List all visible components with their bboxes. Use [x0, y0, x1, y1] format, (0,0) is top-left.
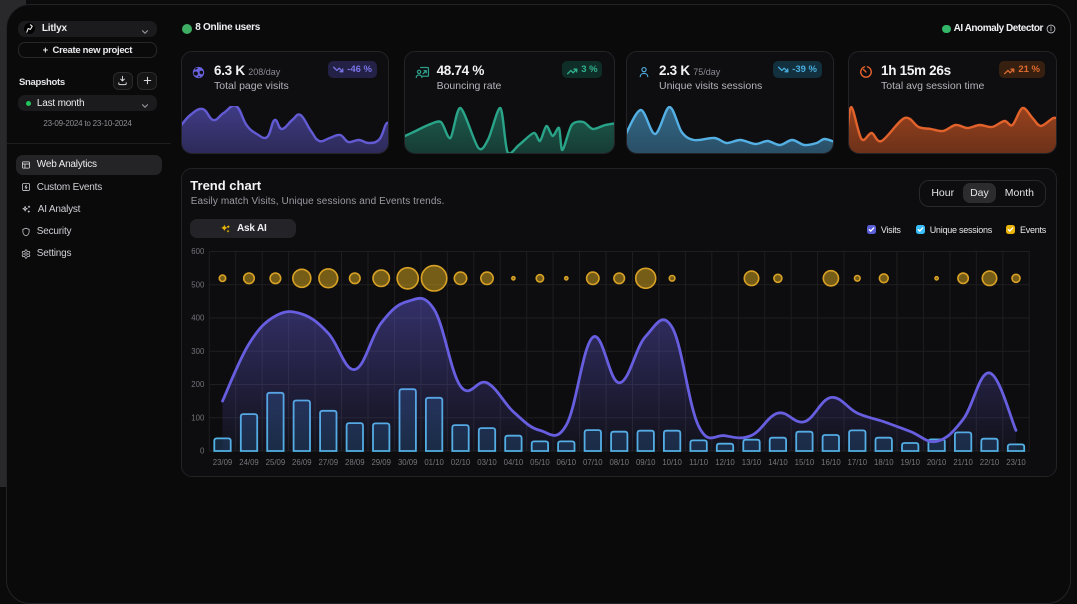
svg-text:04/10: 04/10 [504, 458, 524, 467]
svg-text:02/10: 02/10 [451, 458, 471, 467]
svg-text:500: 500 [191, 280, 205, 289]
svg-text:25/09: 25/09 [266, 458, 286, 467]
svg-text:300: 300 [191, 347, 205, 356]
svg-text:13/10: 13/10 [742, 458, 762, 467]
svg-text:01/10: 01/10 [424, 458, 444, 467]
svg-text:26/09: 26/09 [292, 458, 312, 467]
svg-text:23/10: 23/10 [1006, 458, 1026, 467]
svg-text:07/10: 07/10 [583, 458, 603, 467]
svg-text:22/10: 22/10 [980, 458, 1000, 467]
svg-text:20/10: 20/10 [927, 458, 947, 467]
svg-text:12/10: 12/10 [715, 458, 735, 467]
svg-text:19/10: 19/10 [900, 458, 920, 467]
svg-text:09/10: 09/10 [636, 458, 656, 467]
svg-text:08/10: 08/10 [609, 458, 629, 467]
svg-text:100: 100 [191, 413, 205, 422]
svg-text:200: 200 [191, 380, 205, 389]
svg-text:15/10: 15/10 [795, 458, 815, 467]
svg-text:600: 600 [191, 247, 205, 256]
svg-text:18/10: 18/10 [874, 458, 894, 467]
svg-text:23/09: 23/09 [213, 458, 233, 467]
svg-text:05/10: 05/10 [530, 458, 550, 467]
svg-text:400: 400 [191, 314, 205, 323]
svg-text:03/10: 03/10 [477, 458, 497, 467]
svg-text:10/10: 10/10 [662, 458, 682, 467]
svg-text:24/09: 24/09 [239, 458, 259, 467]
svg-text:16/10: 16/10 [821, 458, 841, 467]
svg-text:17/10: 17/10 [848, 458, 868, 467]
svg-text:0: 0 [200, 447, 205, 456]
svg-text:21/10: 21/10 [953, 458, 973, 467]
svg-text:06/10: 06/10 [557, 458, 577, 467]
svg-text:29/09: 29/09 [371, 458, 391, 467]
svg-text:27/09: 27/09 [319, 458, 339, 467]
svg-text:11/10: 11/10 [689, 458, 709, 467]
svg-text:14/10: 14/10 [768, 458, 788, 467]
svg-text:30/09: 30/09 [398, 458, 418, 467]
svg-text:28/09: 28/09 [345, 458, 365, 467]
